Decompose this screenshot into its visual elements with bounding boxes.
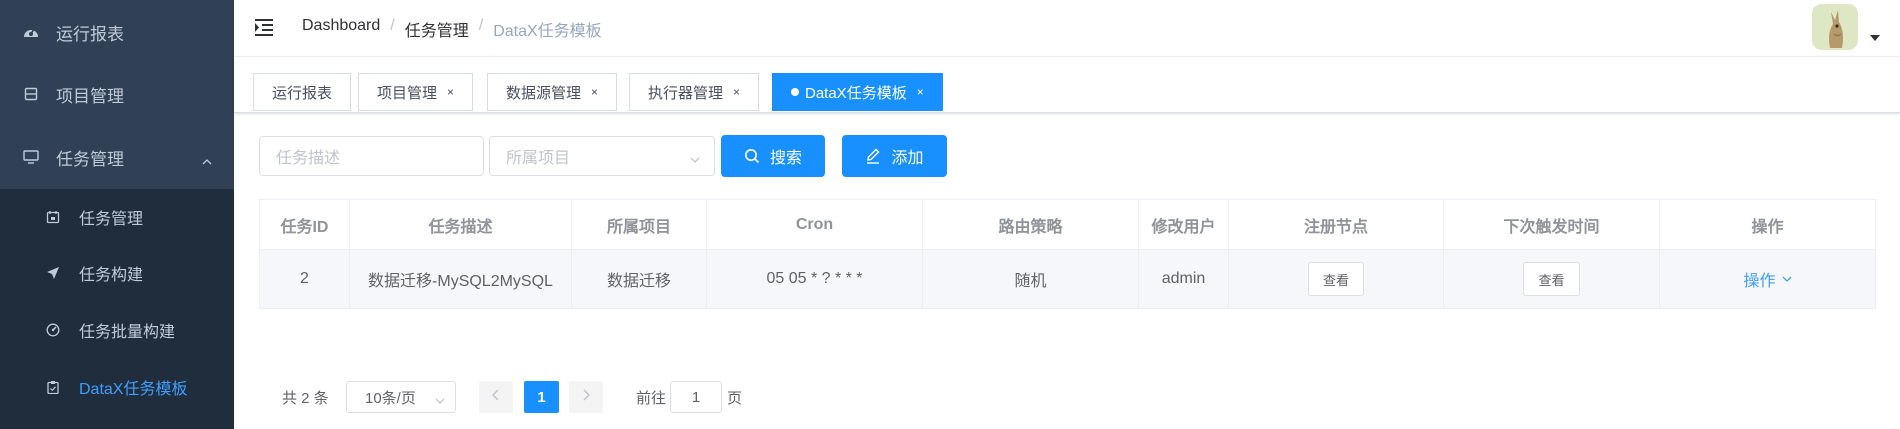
page-size-value: 10条/页 [365,389,416,407]
col-header: 任务描述 [350,200,572,249]
task-icon [45,209,61,225]
col-header: 所属项目 [572,200,707,249]
prev-page-button[interactable] [479,381,513,413]
menu-item-label: 任务管理 [56,149,124,169]
operation-dropdown[interactable]: 操作 [1743,267,1791,291]
next-page-button[interactable] [569,381,603,413]
page-size-select[interactable]: 10条/页 [346,381,456,413]
menu-item-task-management[interactable]: 任务管理 [0,126,234,188]
cell-project: 数据迁移 [572,250,707,308]
task-table: 任务ID 任务描述 所属项目 Cron 路由策略 修改用户 注册节点 下次触发时… [259,199,1876,309]
breadcrumb-item-task-management[interactable]: 任务管理 [405,17,469,41]
col-header: 操作 [1751,218,1784,236]
tag-dashboard[interactable]: 运行报表 [253,73,352,111]
view-node-button[interactable]: 查看 [1307,262,1364,296]
send-icon [45,265,61,281]
tag-label: 运行报表 [272,84,333,102]
task-desc-input[interactable]: 任务描述 [259,136,484,176]
search-button[interactable]: 搜索 [721,135,825,177]
tag-datax-template[interactable]: DataX任务模板 × [772,73,943,111]
add-button-label: 添加 [891,150,924,167]
add-button[interactable]: 添加 [842,135,947,177]
gauge-icon [45,322,61,338]
tag-label: DataX任务模板 [805,84,907,102]
close-icon[interactable]: × [447,85,454,99]
monitor-icon [22,148,40,166]
cell-user: admin [1139,250,1229,308]
cell-operation: 操作 [1660,250,1875,308]
chevron-down-icon [1782,274,1792,284]
cell-trigger: 查看 [1444,250,1660,308]
goto-page-input[interactable]: 1 [670,381,722,413]
submenu-item-task-build[interactable]: 任务构建 [0,245,234,301]
submenu-item-label: 任务批量构建 [79,324,176,341]
submenu-item-label: 任务构建 [79,267,144,284]
sidebar: 运行报表 项目管理 任务管理 任务管理 任务构建 任务批量构建 DataX任务模… [0,0,234,429]
menu-item-dashboard[interactable]: 运行报表 [0,1,234,63]
col-header: 注册节点 [1229,200,1444,249]
breadcrumb-separator: / [478,17,484,34]
input-placeholder: 任务描述 [276,150,341,167]
tags-view: 运行报表 项目管理 × 数据源管理 × 执行器管理 × DataX任务模板 × [234,57,1900,113]
chevron-right-icon [581,388,591,406]
navbar: Dashboard / 任务管理 / DataX任务模板 [234,0,1900,56]
col-header: 任务ID [260,200,350,249]
tag-label: 执行器管理 [648,84,724,102]
chevron-down-icon [690,152,700,163]
table-row: 2 数据迁移-MySQL2MySQL 数据迁移 05 05 * ? * * * … [260,250,1875,308]
pagination-total: 共 2 条 [282,390,329,407]
active-dot-icon [791,88,799,96]
submenu-item-label: DataX任务模板 [79,381,188,398]
close-icon[interactable]: × [591,85,598,99]
tag-datasource[interactable]: 数据源管理 × [487,73,618,111]
menu-item-label: 项目管理 [56,86,124,106]
breadcrumb-item-current: DataX任务模板 [493,23,602,40]
submenu-item-datax-template[interactable]: DataX任务模板 [0,359,234,415]
page-number-current[interactable]: 1 [524,381,559,413]
chevron-down-icon [435,393,445,404]
avatar[interactable] [1812,4,1858,50]
tag-label: 数据源管理 [506,84,582,102]
submenu-item-label: 任务管理 [79,211,144,228]
search-button-label: 搜索 [769,150,802,167]
submenu-item-task-management[interactable]: 任务管理 [0,189,234,245]
cell-task-desc: 数据迁移-MySQL2MySQL [350,250,572,308]
project-icon [22,85,40,103]
edit-icon [865,148,881,164]
submenu-item-batch-build[interactable]: 任务批量构建 [0,302,234,358]
menu-item-project[interactable]: 项目管理 [0,63,234,125]
cell-node: 查看 [1229,250,1444,308]
dashboard-icon [22,23,40,41]
goto-label: 前往 [636,390,667,407]
close-icon[interactable]: × [917,85,924,99]
chevron-up-icon [202,152,212,165]
tag-executor[interactable]: 执行器管理 × [629,73,760,111]
table-header: 任务ID 任务描述 所属项目 Cron 路由策略 修改用户 注册节点 下次触发时… [260,200,1875,250]
breadcrumb: Dashboard / 任务管理 / DataX任务模板 [302,17,602,41]
cell-task-id: 2 [260,250,350,308]
view-trigger-button[interactable]: 查看 [1523,262,1580,296]
close-icon[interactable]: × [733,85,740,99]
chevron-left-icon [491,388,501,406]
select-placeholder: 所属项目 [506,150,571,167]
col-header: 下次触发时间 [1444,200,1660,249]
cell-route: 随机 [923,250,1139,308]
hamburger-icon[interactable] [254,17,274,37]
col-header: 修改用户 [1139,200,1229,249]
col-header: Cron [707,200,923,249]
operation-label: 操作 [1743,273,1776,290]
project-select[interactable]: 所属项目 [489,136,715,176]
tag-project[interactable]: 项目管理 × [358,73,474,111]
cell-cron: 05 05 * ? * * * [707,250,923,308]
search-icon [744,148,760,164]
tag-label: 项目管理 [377,84,438,102]
col-header: 路由策略 [923,200,1139,249]
clipboard-icon [45,379,61,395]
page-suffix-label: 页 [727,390,743,407]
menu-item-label: 运行报表 [56,24,124,44]
breadcrumb-item-dashboard[interactable]: Dashboard [302,17,380,41]
breadcrumb-separator: / [390,17,395,34]
submenu-task-management: 任务管理 任务构建 任务批量构建 DataX任务模板 [0,189,234,429]
caret-down-icon[interactable] [1870,35,1880,41]
